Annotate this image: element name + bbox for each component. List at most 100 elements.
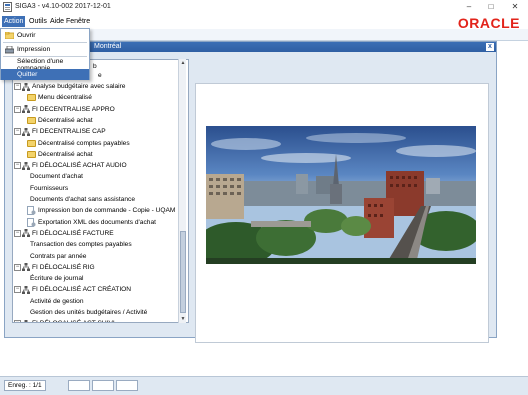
hierarchy-icon [22,263,30,272]
document-gear-icon [27,206,36,216]
window-title-bar[interactable]: SIGA3 - v4.10-002 2017-12-01 – □ ✕ [0,0,528,15]
tree-leaf[interactable]: Menu décentralisé [27,92,92,103]
tree-row-label: e [98,72,102,79]
hierarchy-icon [22,229,30,238]
action-dropdown-menu: Ouvrir Impression Sélection d'une compag… [0,28,90,80]
folder-icon [27,150,36,158]
collapse-toggle-icon[interactable]: − [14,320,21,322]
printer-icon [5,46,14,54]
tree-item-label: Décentralisé comptes payables [38,139,130,147]
collapse-toggle-icon[interactable]: − [14,162,21,170]
folder-icon [27,94,36,102]
menu-item-label: Quitter [17,71,38,78]
tree-leaf[interactable]: Décentralisé achat [27,115,93,126]
inner-window: Montréal x b e − Analyse budgétaire avec sa… [4,41,497,343]
tree-leaf[interactable]: Décentralisé achat [27,149,93,160]
maximize-button[interactable]: □ [480,0,502,13]
tree-item-label: Contrats par année [30,252,87,260]
tree-item-label: FI DECENTRALISE CAP [32,128,106,136]
collapse-toggle-icon[interactable]: − [14,83,21,90]
tree-row-partial[interactable]: b [93,61,97,72]
tree-item-label: FI DÉLOCALISÉ ACT CRÉATION [32,286,132,294]
collapse-toggle-icon[interactable]: − [14,229,21,237]
tree-item-label: FI DÉLOCALISÉ FACTURE [32,229,114,237]
hierarchy-icon [22,82,30,91]
tree-leaf[interactable]: Impression bon de commande - Copie - UQA… [27,205,175,216]
tree-item-label: FI DÉLOCALISÉ ACT SUIVI [32,320,115,322]
menu-action[interactable]: Action [2,16,26,27]
tree-leaf[interactable]: Documents d'achat sans assistance [30,194,135,205]
menu-item-impression[interactable]: Impression [1,44,89,55]
menu-item-quitter[interactable]: Quitter [1,69,89,80]
tree-item-label: Décentralisé achat [38,116,93,124]
tree-leaf[interactable]: Décentralisé comptes payables [27,138,130,149]
status-cell [92,380,114,391]
close-button[interactable]: ✕ [502,0,528,13]
tree-node[interactable]: − FI DÉLOCALISÉ RIG [14,262,95,273]
window-title: SIGA3 - v4.10-002 2017-12-01 [15,3,111,10]
tree-item-label: FI DÉLOCALISÉ RIG [32,263,95,271]
menu-item-ouvrir[interactable]: Ouvrir [1,30,89,41]
tree-node[interactable]: − FI DÉLOCALISÉ ACT SUIVI [14,318,115,322]
hierarchy-icon [22,105,30,114]
menu-fenetre[interactable]: Fenêtre [64,16,92,27]
record-indicator: Enreg. : 1/1 [4,380,46,391]
status-bar: Enreg. : 1/1 [0,376,528,395]
scroll-up-arrow-icon[interactable]: ▲ [179,59,187,67]
tree-node[interactable]: − Analyse budgétaire avec salaire [14,81,125,92]
scroll-thumb[interactable] [180,231,186,313]
tree-node[interactable]: − FI DÉLOCALISÉ ACHAT AUDIO [14,160,127,171]
tree-item-label: Gestion des unités budgétaires / Activit… [30,309,148,316]
tree-node[interactable]: − FI DÉLOCALISÉ ACT CRÉATION [14,284,131,295]
tree-row-partial[interactable]: e [98,70,102,81]
tree-item-label: Analyse budgétaire avec salaire [32,83,126,90]
tree-item-label: FI DÉLOCALISÉ ACHAT AUDIO [32,162,127,170]
tree-item-label: FI DECENTRALISE APPRO [32,105,115,113]
status-cell [116,380,138,391]
tree-item-label: Documents d'achat sans assistance [30,196,135,203]
folder-icon [27,139,36,147]
scroll-down-arrow-icon[interactable]: ▼ [179,315,187,323]
tree-node[interactable]: − FI DECENTRALISE APPRO [14,104,115,115]
tree-leaf[interactable]: Transaction des comptes payables [30,239,132,250]
document-gear-icon [27,217,36,227]
hierarchy-icon [24,319,28,322]
tree-leaf[interactable]: Fournisseurs [30,183,68,194]
tree-leaf[interactable]: Exportation XML des documents d'achat [27,217,156,228]
hierarchy-icon [22,161,30,170]
collapse-toggle-icon[interactable]: − [14,286,21,294]
menu-bar: Action Outils Aide Fenêtre [0,15,528,28]
tree-item-label: Transaction des comptes payables [30,241,132,249]
tree-leaf[interactable]: Activité de gestion [30,296,84,307]
tree-leaf[interactable]: Document d'achat [30,171,83,182]
app-icon [3,2,12,12]
image-panel [195,83,489,343]
inner-window-title: Montréal [94,43,122,50]
tree-node[interactable]: − FI DÉLOCALISÉ FACTURE [14,228,114,239]
menu-item-label: Impression [17,46,51,53]
menu-item-label: Ouvrir [17,32,36,39]
collapse-toggle-icon[interactable]: − [14,263,21,271]
minimize-button[interactable]: – [458,0,480,13]
tree-item-label: Activité de gestion [30,297,84,305]
status-cell [68,380,90,391]
tree-scrollbar[interactable]: ▲ ▼ [178,59,186,323]
folder-open-icon [5,32,14,39]
navigator-tree: b e − Analyse budgétaire avec salaire Menu d… [12,59,189,323]
hierarchy-icon [22,285,30,294]
tree-item-label: Fournisseurs [30,184,69,192]
tree-item-label: Impression bon de commande - Copie - UQA… [38,207,176,215]
collapse-toggle-icon[interactable]: − [14,105,21,113]
city-photo [206,126,476,264]
menu-separator [3,42,87,43]
tree-leaf[interactable]: Écriture de journal [30,273,84,284]
folder-icon [27,116,36,124]
tree-node[interactable]: − FI DECENTRALISE CAP [14,126,106,137]
inner-close-button[interactable]: x [486,43,494,51]
hierarchy-icon [22,127,30,136]
tree-item-label: Écriture de journal [30,275,84,283]
tree-leaf[interactable]: Contrats par année [30,251,86,262]
menu-outils[interactable]: Outils [27,16,49,27]
collapse-toggle-icon[interactable]: − [14,128,21,136]
tree-leaf[interactable]: Gestion des unités budgétaires / Activit… [30,307,147,318]
